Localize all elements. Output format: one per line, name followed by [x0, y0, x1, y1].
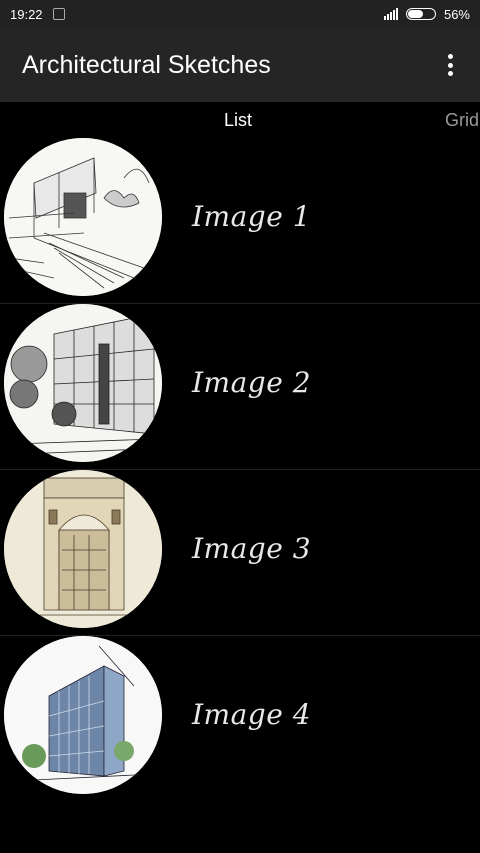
app-bar: Architectural Sketches: [0, 28, 480, 102]
list-item[interactable]: Image 2: [0, 304, 480, 470]
battery-percent: 56%: [443, 6, 470, 22]
app-title: Architectural Sketches: [22, 50, 271, 79]
tab-grid[interactable]: Grid: [445, 110, 479, 131]
image-list: Image 1 Image 2 Image 3 Image 4: [0, 138, 480, 802]
tab-bar: List Grid: [0, 102, 480, 138]
sketch-thumbnail: [4, 470, 162, 628]
signal-icon: [383, 8, 398, 20]
status-bar: 19:22 56%: [0, 0, 480, 28]
list-item[interactable]: Image 1: [0, 138, 480, 304]
list-item-label: Image 2: [192, 366, 312, 399]
overflow-menu-icon[interactable]: [440, 53, 460, 77]
notification-icon: [52, 8, 65, 20]
battery-icon: [405, 8, 436, 20]
status-time: 19:22: [10, 6, 43, 22]
sketch-thumbnail: [4, 138, 162, 296]
list-item-label: Image 4: [192, 698, 312, 731]
sketch-thumbnail: [4, 304, 162, 462]
sketch-thumbnail: [4, 636, 162, 794]
list-item-label: Image 1: [192, 200, 312, 233]
list-item[interactable]: Image 3: [0, 470, 480, 636]
list-item-label: Image 3: [192, 532, 312, 565]
tab-list[interactable]: List: [224, 110, 252, 131]
list-item[interactable]: Image 4: [0, 636, 480, 802]
